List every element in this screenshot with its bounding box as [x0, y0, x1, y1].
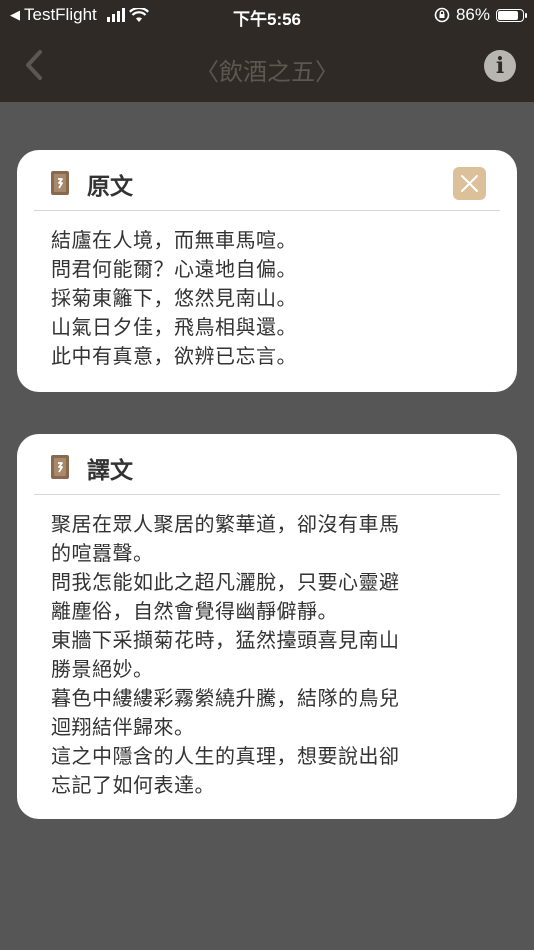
original-poem: 結廬在人境，而無車馬喧。 問君何能爾？心遠地自偏。 採菊東籬下，悠然見南山。 山…: [51, 226, 297, 371]
translation-title: 譯文: [87, 458, 133, 484]
nav-bar: 〈飲酒之五〉 i: [0, 30, 534, 102]
close-button[interactable]: [453, 167, 486, 200]
book-icon: [51, 171, 69, 195]
poem-line: 山氣日夕佳，飛鳥相與還。: [51, 315, 297, 339]
translation-line: 忘記了如何表達。: [51, 773, 215, 797]
translation-line: 的喧囂聲。: [51, 541, 154, 565]
poem-line: 此中有真意，欲辨已忘言。: [51, 344, 297, 368]
translation-line: 暮色中縷縷彩霧縈繞升騰，結隊的鳥兒: [51, 686, 400, 710]
translation-card: 譯文 聚居在眾人聚居的繁華道，卻沒有車馬 的喧囂聲。 問我怎能如此之超凡灑脫，只…: [17, 434, 517, 819]
poem-line: 採菊東籬下，悠然見南山。: [51, 286, 297, 310]
card-header: 原文: [17, 150, 517, 210]
info-icon: i: [495, 53, 505, 79]
status-right: 86%: [434, 5, 527, 25]
orientation-lock-icon: [434, 7, 450, 23]
info-button[interactable]: i: [484, 50, 516, 82]
poem-line: 結廬在人境，而無車馬喧。: [51, 228, 297, 252]
divider: [34, 494, 500, 495]
book-icon: [51, 455, 69, 479]
translation-line: 聚居在眾人聚居的繁華道，卻沒有車馬: [51, 512, 400, 536]
translation-line: 問我怎能如此之超凡灑脫，只要心靈避: [51, 570, 400, 594]
status-bar: ◀ TestFlight 下午5:56 86%: [0, 0, 534, 30]
battery-icon: [496, 8, 527, 22]
page-title: 〈飲酒之五〉: [195, 58, 339, 86]
translation-line: 東牆下采擷菊花時，猛然擡頭喜見南山: [51, 628, 400, 652]
original-text-card: 原文 結廬在人境，而無車馬喧。 問君何能爾？心遠地自偏。 採菊東籬下，悠然見南山…: [17, 150, 517, 392]
battery-percent: 86%: [455, 5, 490, 24]
poem-line: 問君何能爾？心遠地自偏。: [51, 257, 297, 281]
close-icon: [461, 175, 478, 192]
original-title: 原文: [87, 174, 133, 200]
translation-line: 迴翔結伴歸來。: [51, 715, 195, 739]
translation-line: 離塵俗，自然會覺得幽靜僻靜。: [51, 599, 338, 623]
divider: [34, 210, 500, 211]
translation-line: 勝景絕妙。: [51, 657, 154, 681]
translation-text: 聚居在眾人聚居的繁華道，卻沒有車馬 的喧囂聲。 問我怎能如此之超凡灑脫，只要心靈…: [51, 510, 481, 800]
translation-line: 這之中隱含的人生的真理，想要說出卻: [51, 744, 400, 768]
card-header: 譯文: [17, 434, 517, 494]
